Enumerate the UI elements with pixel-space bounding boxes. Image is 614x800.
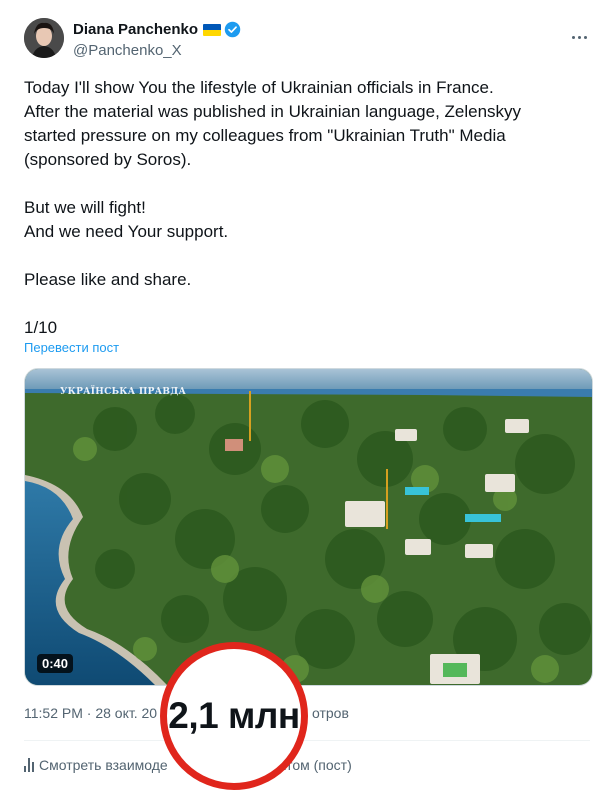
ukraine-flag-icon [203,23,222,36]
views-count: 2,1 млн [168,695,300,736]
post-timestamp[interactable]: 11:52 PM · 28 окт. 20 [24,705,157,721]
analytics-icon [24,758,34,772]
avatar[interactable] [24,18,64,58]
author-name[interactable]: Diana Panchenko [73,21,198,38]
view-engagements-label: Смотреть взаимоде [39,757,168,773]
tweet-line: But we will fight! [24,198,146,217]
video-player[interactable]: УКРАЇНСЬКА ПРАВДА 0:40 [24,368,593,686]
video-duration: 0:40 [37,654,74,673]
tweet-line: Please like and share. [24,270,192,289]
video-thumbnail [25,369,592,685]
translate-post-link[interactable]: Перевести пост [24,340,119,355]
tweet-text: Today I'll show You the lifestyle of Ukr… [24,76,594,340]
author-handle[interactable]: @Panchenko_X [73,42,182,59]
tweet-line: 1/10 [24,318,58,337]
view-engagements-link[interactable]: Смотреть взаимоде [24,757,168,773]
verified-badge-icon [224,21,241,38]
views-highlight-circle: 2,1 млн [160,642,308,790]
tweet-line: started pressure on my colleagues from "… [24,126,506,145]
divider [24,740,590,741]
views-label: отров [312,705,349,721]
tweet-line: And we need Your support. [24,222,229,241]
more-options-icon[interactable] [572,26,592,39]
video-watermark: УКРАЇНСЬКА ПРАВДА [60,387,187,397]
tweet-line: After the material was published in Ukra… [24,102,522,121]
display-name[interactable]: Diana Panchenko [73,21,241,38]
tweet-line: Today I'll show You the lifestyle of Ukr… [24,78,494,97]
tweet-line: (sponsored by Soros). [24,150,192,169]
